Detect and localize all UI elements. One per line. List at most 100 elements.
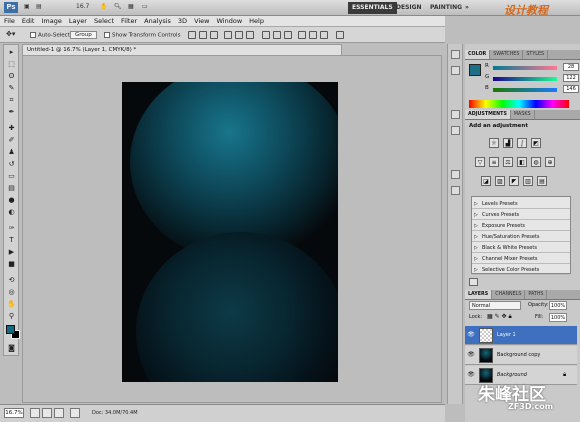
transform-controls-option[interactable]: Show Transform Controls	[104, 32, 180, 39]
brightness-contrast-icon[interactable]: ☼	[489, 138, 499, 148]
zoom-field[interactable]: 16.7%	[4, 408, 24, 418]
tab-channels[interactable]: CHANNELS	[492, 290, 526, 299]
tab-adjustments[interactable]: ADJUSTMENTS	[465, 110, 511, 119]
layer-name[interactable]: Background	[497, 372, 527, 378]
menu-3d[interactable]: 3D	[178, 17, 187, 25]
tab-masks[interactable]: MASKS	[511, 110, 535, 119]
align-right-icon[interactable]	[246, 31, 254, 39]
menu-layer[interactable]: Layer	[69, 17, 87, 25]
gradient-map-icon[interactable]: ▥	[523, 176, 533, 186]
layer-name[interactable]: Background copy	[497, 352, 540, 358]
black-white-icon[interactable]: ◧	[517, 157, 527, 167]
preset-levels[interactable]: Levels Presets	[472, 199, 570, 209]
layer-name[interactable]: Layer 1	[497, 332, 516, 338]
menu-filter[interactable]: Filter	[121, 17, 137, 25]
green-slider[interactable]	[493, 77, 557, 81]
menu-file[interactable]: File	[4, 17, 15, 25]
channel-mixer-icon[interactable]: ⊕	[545, 157, 555, 167]
preset-exposure[interactable]: Exposure Presets	[472, 221, 570, 231]
3d-orbit-tool-icon[interactable]: ◎	[6, 287, 17, 297]
layer-row-background-copy[interactable]: 👁︎ Background copy	[465, 346, 577, 365]
blue-value[interactable]: 146	[563, 85, 579, 93]
animation-tab-icon[interactable]	[42, 408, 52, 418]
quick-selection-tool-icon[interactable]: ✎	[6, 83, 17, 93]
brush-panel-icon[interactable]	[451, 110, 460, 119]
hue-saturation-icon[interactable]: ≡	[489, 157, 499, 167]
blend-mode-dropdown[interactable]: Normal	[469, 301, 521, 310]
hand-tool-icon[interactable]: ✋	[6, 299, 17, 309]
menu-window[interactable]: Window	[217, 17, 243, 25]
preset-channel-mixer[interactable]: Channel Mixer Presets	[472, 254, 570, 264]
distribute-top-icon[interactable]	[262, 31, 270, 39]
mini-bridge-tab-icon[interactable]	[30, 408, 40, 418]
history-brush-tool-icon[interactable]: ↺	[6, 159, 17, 169]
character-panel-icon[interactable]	[451, 170, 460, 179]
distribute-bottom-icon[interactable]	[284, 31, 292, 39]
align-bottom-icon[interactable]	[210, 31, 218, 39]
eraser-tool-icon[interactable]: ▭	[6, 171, 17, 181]
hand-icon[interactable]: ✋	[100, 3, 107, 10]
blur-tool-icon[interactable]: ●	[6, 195, 17, 205]
menu-image[interactable]: Image	[41, 17, 61, 25]
preset-selective-color[interactable]: Selective Color Presets	[472, 265, 570, 275]
blue-slider[interactable]	[493, 88, 557, 92]
curves-icon[interactable]: ∫	[517, 138, 527, 148]
arrange-documents-icon[interactable]: ▦	[128, 3, 134, 10]
distribute-vcenter-icon[interactable]	[273, 31, 281, 39]
dodge-tool-icon[interactable]: ◐	[6, 207, 17, 217]
align-vcenter-icon[interactable]	[199, 31, 207, 39]
quick-mask-icon[interactable]: ◙	[6, 343, 17, 353]
workspace-design[interactable]: DESIGN	[392, 2, 426, 14]
opacity-field[interactable]: 100%	[549, 301, 567, 310]
color-spectrum-bar[interactable]	[469, 100, 569, 108]
distribute-hcenter-icon[interactable]	[309, 31, 317, 39]
menu-analysis[interactable]: Analysis	[144, 17, 171, 25]
vibrance-icon[interactable]: ▽	[475, 157, 485, 167]
red-value[interactable]: 28	[563, 63, 579, 71]
distribute-left-icon[interactable]	[298, 31, 306, 39]
tab-color[interactable]: COLOR	[465, 50, 491, 59]
healing-brush-tool-icon[interactable]: ✚	[6, 123, 17, 133]
green-value[interactable]: 122	[563, 74, 579, 82]
zoom-level-menu[interactable]: 16.7	[76, 3, 89, 10]
auto-select-checkbox[interactable]	[30, 32, 36, 38]
launch-minibridge-icon[interactable]: ▤	[36, 3, 42, 10]
threshold-icon[interactable]: ◤	[509, 176, 519, 186]
screen-mode-icon[interactable]: ▭	[142, 3, 148, 10]
clone-source-panel-icon[interactable]	[451, 126, 460, 135]
preset-hue-saturation[interactable]: Hue/Saturation Presets	[472, 232, 570, 242]
canvas[interactable]	[122, 82, 338, 382]
photo-filter-icon[interactable]: ◍	[531, 157, 541, 167]
red-slider[interactable]	[493, 66, 557, 70]
move-tool-icon[interactable]: ▸	[6, 47, 17, 57]
3d-rotate-tool-icon[interactable]: ⟲	[6, 275, 17, 285]
paragraph-panel-icon[interactable]	[451, 186, 460, 195]
launch-bridge-icon[interactable]: ▣	[24, 3, 30, 10]
selective-color-icon[interactable]: ▤	[537, 176, 547, 186]
align-hcenter-icon[interactable]	[235, 31, 243, 39]
gradient-tool-icon[interactable]: ▤	[6, 183, 17, 193]
auto-select-option[interactable]: Auto-Select:	[30, 32, 72, 39]
visibility-eye-icon[interactable]: 👁︎	[467, 351, 475, 359]
move-tool-preset-icon[interactable]: ✥▾	[6, 30, 15, 38]
brush-tool-icon[interactable]: ✐	[6, 135, 17, 145]
adjustments-footer-icon[interactable]	[469, 278, 478, 286]
align-left-icon[interactable]	[224, 31, 232, 39]
posterize-icon[interactable]: ▨	[495, 176, 505, 186]
invert-icon[interactable]: ◪	[481, 176, 491, 186]
zoom-icon[interactable]: 🔍︎	[114, 3, 122, 10]
menu-view[interactable]: View	[194, 17, 209, 25]
tab-styles[interactable]: STYLES	[523, 50, 549, 59]
menu-help[interactable]: Help	[249, 17, 264, 25]
workspace-more-button[interactable]: »	[461, 2, 473, 14]
lasso-tool-icon[interactable]: ʘ	[6, 71, 17, 81]
visibility-eye-icon[interactable]: 👁︎	[467, 331, 475, 339]
distribute-right-icon[interactable]	[320, 31, 328, 39]
menu-edit[interactable]: Edit	[22, 17, 35, 25]
measurement-log-tab-icon[interactable]	[54, 408, 64, 418]
actions-panel-icon[interactable]	[451, 66, 460, 75]
exposure-icon[interactable]: ◩	[531, 138, 541, 148]
tab-paths[interactable]: PATHS	[525, 290, 548, 299]
zoom-tool-icon[interactable]: ⚲	[6, 311, 17, 321]
color-balance-icon[interactable]: ⚖	[503, 157, 513, 167]
